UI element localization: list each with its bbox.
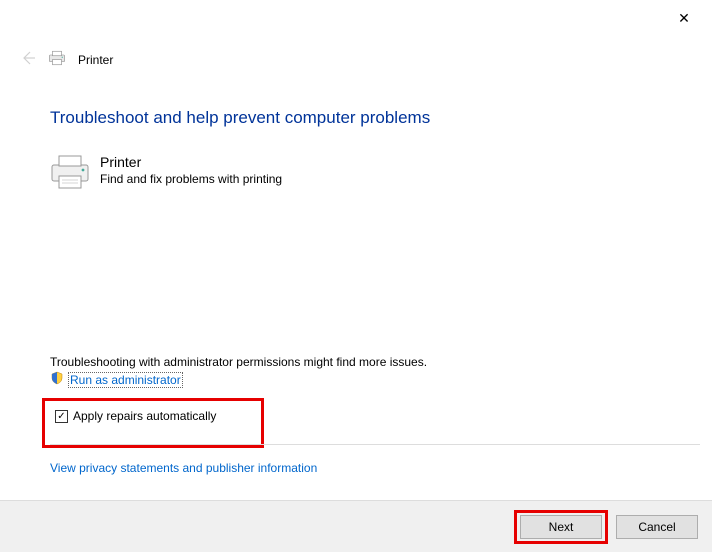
troubleshooter-section: Printer Find and fix problems with print… — [50, 154, 700, 193]
apply-repairs-row: ✓ Apply repairs automatically — [42, 398, 264, 448]
divider — [50, 444, 700, 445]
printer-icon — [48, 50, 66, 69]
checkmark-icon: ✓ — [57, 412, 65, 422]
main-content: Troubleshoot and help prevent computer p… — [50, 108, 700, 211]
footer: Next Cancel — [0, 500, 712, 552]
next-button[interactable]: Next — [520, 515, 602, 539]
close-icon: ✕ — [678, 10, 690, 27]
header-title: Printer — [78, 53, 113, 67]
close-button[interactable]: ✕ — [674, 8, 694, 28]
page-title: Troubleshoot and help prevent computer p… — [50, 108, 700, 128]
next-button-highlight: Next — [514, 510, 608, 544]
cancel-button[interactable]: Cancel — [616, 515, 698, 539]
shield-icon — [50, 371, 64, 388]
printer-icon-large — [50, 154, 90, 193]
header: Printer — [20, 50, 113, 69]
section-description: Find and fix problems with printing — [100, 172, 282, 186]
admin-block: Troubleshooting with administrator permi… — [50, 355, 427, 388]
run-as-admin-link[interactable]: Run as administrator — [68, 372, 183, 388]
apply-repairs-label: Apply repairs automatically — [73, 409, 216, 423]
section-title: Printer — [100, 154, 282, 170]
apply-repairs-checkbox[interactable]: ✓ — [55, 410, 68, 423]
admin-note: Troubleshooting with administrator permi… — [50, 355, 427, 369]
back-icon[interactable] — [20, 50, 36, 69]
privacy-link[interactable]: View privacy statements and publisher in… — [50, 461, 317, 475]
